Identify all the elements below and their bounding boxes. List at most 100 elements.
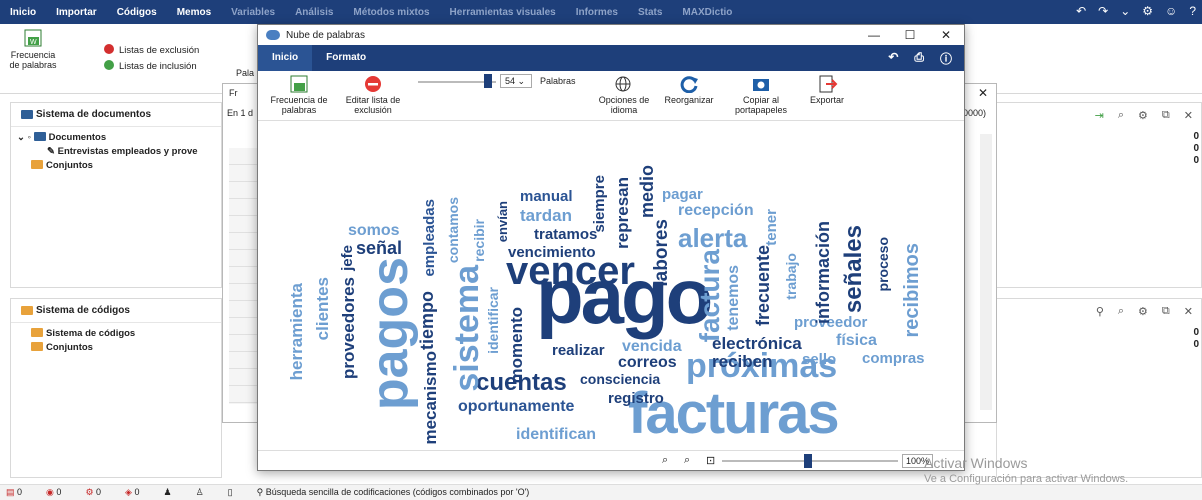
- word-recepcion[interactable]: recepción: [678, 203, 754, 219]
- menu-herramientas[interactable]: Herramientas visuales: [440, 7, 566, 18]
- menu-inicio[interactable]: Inicio: [0, 7, 46, 18]
- word-empleadas[interactable]: empleadas: [421, 199, 438, 277]
- word-registro[interactable]: registro: [608, 391, 664, 406]
- word-consciencia[interactable]: consciencia: [580, 372, 660, 386]
- word-vencida[interactable]: vencida: [622, 339, 682, 355]
- word-trabajo[interactable]: trabajo: [783, 253, 799, 300]
- word-pagos[interactable]: pagos: [361, 257, 419, 410]
- word-senal[interactable]: señal: [356, 239, 402, 257]
- user-icon-2[interactable]: ♙: [196, 487, 204, 498]
- word-realizar[interactable]: realizar: [552, 343, 605, 358]
- close-icon[interactable]: ✕: [928, 28, 964, 42]
- word-electronica[interactable]: electrónica: [712, 335, 802, 352]
- word-factura[interactable]: factura: [694, 249, 725, 342]
- zoom-out-icon[interactable]: ⌕: [662, 454, 668, 467]
- word-recibir[interactable]: recibir: [471, 219, 487, 262]
- word-proceso[interactable]: proceso: [875, 237, 891, 291]
- word-alerta[interactable]: alerta: [678, 225, 747, 251]
- word-tardan[interactable]: tardan: [520, 207, 572, 224]
- tree-item-conjuntos[interactable]: Conjuntos: [17, 159, 215, 173]
- info-icon[interactable]: ⓘ: [940, 50, 952, 67]
- search-icon[interactable]: ⌕: [1118, 109, 1124, 122]
- tree-item-document[interactable]: ✎ Entrevistas empleados y prove: [17, 145, 215, 159]
- word-correos[interactable]: correos: [618, 355, 677, 371]
- word-identifican[interactable]: identifican: [516, 427, 596, 443]
- word-fisica[interactable]: física: [836, 333, 877, 349]
- word-sello[interactable]: sello: [802, 352, 836, 367]
- undock-icon[interactable]: ⧉: [1162, 109, 1170, 122]
- word-informacion[interactable]: información: [813, 221, 833, 324]
- word-vencimiento[interactable]: vencimiento: [508, 245, 596, 260]
- gear-icon[interactable]: ⚙: [1138, 305, 1148, 318]
- slider-handle[interactable]: [484, 74, 492, 88]
- language-options-button[interactable]: Opciones de idioma: [594, 75, 654, 115]
- filter-icon[interactable]: ⚲: [1096, 305, 1104, 318]
- word-tratamos[interactable]: tratamos: [534, 227, 597, 242]
- undock-icon[interactable]: ⧉: [1162, 305, 1170, 318]
- close-icon[interactable]: ✕: [978, 86, 988, 100]
- word-frequency-button[interactable]: Frecuencia de palabras: [266, 75, 332, 115]
- word-medio[interactable]: medio: [637, 165, 657, 218]
- tab-inicio[interactable]: Inicio: [258, 45, 313, 71]
- menu-codigos[interactable]: Códigos: [107, 7, 167, 18]
- word-frequency-button[interactable]: W Frecuencia de palabras: [6, 28, 60, 70]
- export-button[interactable]: Exportar: [802, 75, 852, 105]
- tab-formato[interactable]: Formato: [312, 45, 380, 71]
- search-mode[interactable]: ⚲ Búsqueda sencilla de codificaciones (c…: [257, 487, 530, 498]
- user-icon[interactable]: ♟: [164, 487, 172, 498]
- word-identificar[interactable]: identificar: [485, 287, 501, 354]
- word-siempre[interactable]: siempre: [591, 175, 608, 233]
- print-icon[interactable]: ⎙: [914, 50, 924, 67]
- menu-importar[interactable]: Importar: [46, 7, 107, 18]
- word-mecanismo[interactable]: mecanismo: [421, 351, 440, 445]
- search-icon[interactable]: ⌕: [1118, 305, 1124, 318]
- word-tiempo[interactable]: tiempo: [417, 291, 437, 350]
- word-contamos[interactable]: contamos: [445, 197, 461, 263]
- tree-item-documentos[interactable]: ⌄ ◦ Documentos: [17, 131, 215, 145]
- word-reciben[interactable]: reciben: [712, 353, 772, 370]
- word-compras[interactable]: compras: [862, 351, 925, 366]
- tree-item-code-system[interactable]: Sistema de códigos: [17, 327, 215, 341]
- word-represan[interactable]: represan: [613, 177, 632, 249]
- menu-maxdictio[interactable]: MAXDictio: [672, 7, 742, 18]
- word-jefe[interactable]: jefe: [339, 245, 356, 271]
- reorganize-button[interactable]: Reorganizar: [658, 75, 720, 105]
- zoom-in-icon[interactable]: ⌕: [684, 454, 690, 467]
- word-momento[interactable]: momento: [507, 307, 526, 384]
- fit-icon[interactable]: ⊡: [706, 454, 715, 467]
- export-icon[interactable]: ⇥: [1095, 109, 1104, 122]
- undo-icon[interactable]: ↶: [888, 50, 898, 67]
- undo-icon[interactable]: ↶: [1076, 4, 1086, 18]
- word-oportunamente[interactable]: oportunamente: [458, 399, 574, 415]
- word-recibimos[interactable]: recibimos: [901, 243, 923, 337]
- word-senales[interactable]: señales: [840, 225, 867, 313]
- exclusion-list-button[interactable]: Listas de exclusión: [104, 44, 199, 56]
- word-labores[interactable]: labores: [651, 219, 672, 287]
- menu-variables[interactable]: Variables: [221, 7, 285, 18]
- document-icon[interactable]: ▯: [228, 487, 233, 498]
- gear-icon[interactable]: ⚙: [1138, 109, 1148, 122]
- word-proveedores[interactable]: proveedores: [339, 277, 358, 379]
- word-herramienta[interactable]: herramienta: [287, 283, 306, 380]
- close-icon[interactable]: ✕: [1184, 305, 1193, 318]
- help-icon[interactable]: ?: [1189, 4, 1196, 18]
- copy-clipboard-button[interactable]: Copiar al portapapeles: [728, 75, 794, 115]
- minimize-icon[interactable]: —: [856, 28, 892, 42]
- bg-window-scrollbar[interactable]: [980, 134, 992, 410]
- maximize-icon[interactable]: ☐: [892, 28, 928, 42]
- redo-icon[interactable]: ↷: [1098, 4, 1108, 18]
- menu-stats[interactable]: Stats: [628, 7, 672, 18]
- menu-memos[interactable]: Memos: [167, 7, 221, 18]
- word-tenemos[interactable]: tenemos: [725, 265, 742, 331]
- edit-exclusion-button[interactable]: Editar lista de exclusión: [338, 75, 408, 115]
- close-icon[interactable]: ✕: [1184, 109, 1193, 122]
- chevron-down-icon[interactable]: ⌄: [1120, 4, 1130, 18]
- word-tener[interactable]: tener: [763, 209, 780, 246]
- smiley-icon[interactable]: ☺: [1165, 4, 1177, 18]
- tree-item-code-sets[interactable]: Conjuntos: [17, 341, 215, 355]
- zoom-handle[interactable]: [804, 454, 812, 468]
- word-somos[interactable]: somos: [348, 223, 400, 239]
- word-count-stepper[interactable]: 54 ⌄: [500, 74, 532, 88]
- inclusion-list-button[interactable]: Listas de inclusión: [104, 60, 197, 72]
- word-pagar[interactable]: pagar: [662, 187, 703, 202]
